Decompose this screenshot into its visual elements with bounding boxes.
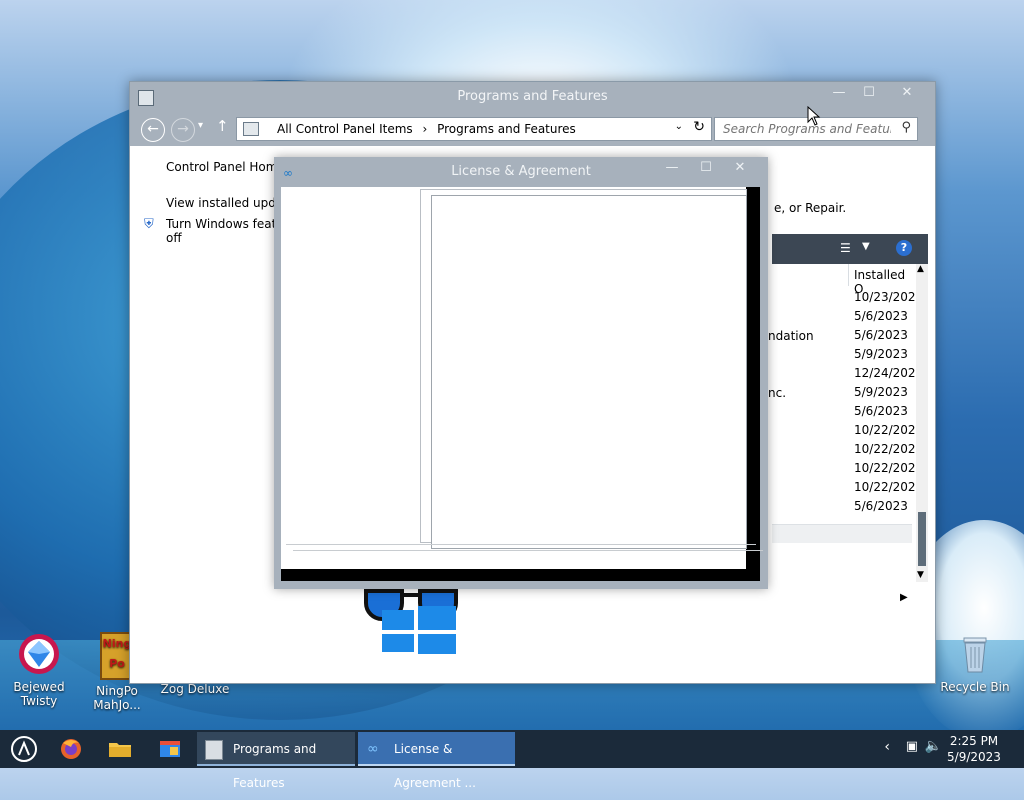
- minimize-button[interactable]: —: [824, 82, 854, 104]
- desktop-icon-recycle-bin[interactable]: Recycle Bin: [940, 632, 1010, 694]
- taskbar-button-label: Programs and Features: [233, 742, 317, 790]
- control-panel-home-link[interactable]: Control Panel Home: [166, 160, 285, 174]
- license-text-area[interactable]: [431, 195, 747, 549]
- breadcrumb-programs[interactable]: Programs and Features: [437, 122, 576, 136]
- vertical-scrollbar[interactable]: ▲ ▼: [916, 264, 928, 582]
- desktop-icon-bejewed[interactable]: Bejewed Twisty: [4, 632, 74, 708]
- desktop-icon-label: Bejewed: [13, 680, 65, 694]
- table-cell-date: 5/6/2023: [854, 499, 908, 513]
- address-bar[interactable]: All Control Panel Items › Programs and F…: [236, 117, 712, 141]
- refresh-icon[interactable]: ↻: [693, 119, 705, 135]
- repair-text-fragment: e, or Repair.: [774, 201, 847, 215]
- table-row-selected[interactable]: [772, 524, 912, 543]
- dialog-minimize-button[interactable]: —: [658, 157, 686, 181]
- dialog-content: [281, 187, 763, 569]
- firefox-icon[interactable]: [58, 737, 84, 761]
- dialog-close-button[interactable]: ✕: [726, 157, 754, 181]
- table-cell-date: 10/22/2022: [854, 480, 924, 494]
- view-options-icon[interactable]: ☰: [840, 241, 851, 255]
- clock-time: 2:25 PM: [949, 734, 999, 748]
- up-arrow-icon[interactable]: ↑: [216, 117, 229, 135]
- taskbar-button-programs[interactable]: Programs and Features: [197, 732, 355, 790]
- desktop-icon-label: NingPo: [96, 684, 138, 698]
- scrollbar-thumb[interactable]: [918, 512, 926, 566]
- forward-arrow-icon[interactable]: →: [171, 118, 195, 142]
- divider: [286, 544, 756, 545]
- table-cell-date: 10/23/2022: [854, 290, 924, 304]
- dialog-maximize-button[interactable]: ☐: [692, 157, 720, 181]
- control-panel-icon: [243, 122, 259, 136]
- table-cell-date: 12/24/2022: [854, 366, 924, 380]
- table-cell-date: 5/6/2023: [854, 328, 908, 342]
- toolbar-strip: ☰ ▼ ?: [772, 234, 928, 264]
- desktop-icon-label: Zog Deluxe: [160, 682, 230, 696]
- table-cell-date: 5/6/2023: [854, 404, 908, 418]
- glasses-icon: ∞: [367, 741, 379, 757]
- clock-date: 5/9/2023: [947, 750, 1001, 764]
- shield-icon: ⛨: [144, 217, 154, 232]
- table-cell-date: 10/22/2022: [854, 423, 924, 437]
- app-window-icon[interactable]: [157, 737, 183, 761]
- scroll-down-icon[interactable]: ▼: [917, 570, 924, 580]
- taskbar: Programs and Features ∞ License & Agreem…: [0, 730, 1024, 790]
- desktop-icon-label: Recycle Bin: [940, 680, 1010, 694]
- taskbar-button-label: License & Agreement ...: [394, 742, 476, 790]
- table-cell-date: 10/22/2022: [854, 442, 924, 456]
- address-dropdown-icon[interactable]: ⌄: [675, 121, 683, 132]
- scroll-right-icon[interactable]: ▶: [900, 592, 908, 603]
- taskbar-button-license[interactable]: ∞ License & Agreement ...: [358, 732, 515, 790]
- publisher-fragment: nc.: [768, 386, 787, 400]
- volume-icon[interactable]: 🔈: [925, 738, 942, 754]
- recycle-bin-icon: [953, 632, 997, 676]
- search-icon[interactable]: ⚲: [901, 120, 911, 135]
- breadcrumb-all-items[interactable]: All Control Panel Items: [277, 122, 413, 136]
- dialog-body: [281, 187, 763, 581]
- scroll-up-icon[interactable]: ▲: [917, 264, 924, 274]
- desktop-icon-label: Twisty: [20, 694, 58, 708]
- desktop-icon-zog[interactable]: Zog Deluxe: [160, 682, 230, 696]
- breadcrumb-chevron-icon[interactable]: ›: [422, 122, 427, 136]
- maximize-button[interactable]: ☐: [854, 82, 884, 104]
- table-cell-date: 10/22/2022: [854, 461, 924, 475]
- table-cell-date: 5/9/2023: [854, 385, 908, 399]
- clock[interactable]: 2:25 PM 5/9/2023: [946, 733, 1002, 765]
- back-arrow-icon[interactable]: ←: [141, 118, 165, 142]
- start-button[interactable]: [10, 735, 38, 763]
- table-cell-date: 5/9/2023: [854, 347, 908, 361]
- help-icon[interactable]: ?: [896, 240, 912, 256]
- file-explorer-icon[interactable]: [107, 737, 133, 761]
- column-header-installed-on[interactable]: Installed O: [848, 264, 918, 296]
- table-cell-date: 5/6/2023: [854, 309, 908, 323]
- bejeweled-icon: [17, 632, 61, 676]
- view-dropdown-icon[interactable]: ▼: [862, 241, 870, 252]
- windows-features-link-line2[interactable]: off: [166, 231, 182, 245]
- windows-features-link[interactable]: Turn Windows featur: [166, 217, 289, 231]
- license-agreement-dialog: ∞ License & Agreement — ☐ ✕: [274, 157, 768, 589]
- close-button[interactable]: ✕: [892, 82, 922, 104]
- divider: [293, 550, 763, 551]
- window-title: Programs and Features: [457, 89, 608, 104]
- windows-logo-icon: [382, 604, 456, 654]
- installed-on-column: 10/23/2022 5/6/2023 5/6/2023 5/9/2023 12…: [854, 288, 923, 516]
- network-icon[interactable]: ▣: [906, 739, 918, 754]
- publisher-fragment: ndation: [768, 329, 814, 343]
- desktop-icon-label: MahJo...: [93, 698, 141, 712]
- control-panel-icon: [205, 740, 223, 760]
- mouse-cursor-icon: [807, 106, 821, 126]
- show-hidden-icons-chevron[interactable]: ‹: [884, 739, 890, 755]
- recent-locations-chevron-icon[interactable]: ▾: [198, 120, 203, 131]
